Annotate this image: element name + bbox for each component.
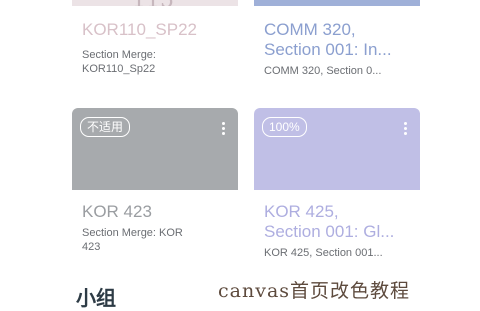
course-card-title[interactable]: COMM 320, — [264, 20, 414, 40]
course-card-kor425[interactable]: 100% KOR 425, Section 001: Gl... KOR 425… — [254, 108, 420, 268]
course-card-title[interactable]: KOR 425, — [264, 202, 414, 222]
section-heading-groups: 小组 — [76, 288, 116, 310]
course-card-kor110[interactable]: 115 KOR110_SP22 Section Merge: KOR110_Sp… — [72, 0, 238, 90]
course-card-subtitle: Section Merge: — [82, 49, 156, 61]
course-card-subtitle: COMM 320, Section 0... — [264, 65, 382, 77]
course-card-title-line2[interactable]: Section 001: Gl... — [264, 222, 414, 242]
course-card-color-band[interactable]: 100% — [254, 108, 420, 190]
course-card-subtitle: Section Merge: KOR — [82, 227, 183, 239]
course-card-comm320[interactable]: COMM 320, Section 001: In... COMM 320, S… — [254, 0, 420, 90]
grade-badge: 100% — [262, 117, 307, 137]
watermark-text: canvas首页改色教程 — [218, 280, 411, 302]
kebab-menu-icon[interactable] — [404, 122, 408, 136]
course-card-color-band[interactable]: 不适用 — [72, 108, 238, 190]
course-card-kor423[interactable]: 不适用 KOR 423 Section Merge: KOR 423 — [72, 108, 238, 268]
course-card-subtitle: KOR110_Sp22 — [82, 63, 156, 75]
course-card-subtitle: 423 — [82, 241, 101, 253]
course-card-title[interactable]: KOR 423 — [82, 202, 232, 222]
course-card-subtitle: KOR 425, Section 001... — [264, 247, 383, 259]
kebab-menu-icon[interactable] — [222, 122, 226, 136]
course-card-title[interactable]: KOR110_SP22 — [82, 20, 232, 40]
grade-badge: 不适用 — [80, 117, 131, 137]
course-card-title-line2[interactable]: Section 001: In... — [264, 40, 414, 60]
